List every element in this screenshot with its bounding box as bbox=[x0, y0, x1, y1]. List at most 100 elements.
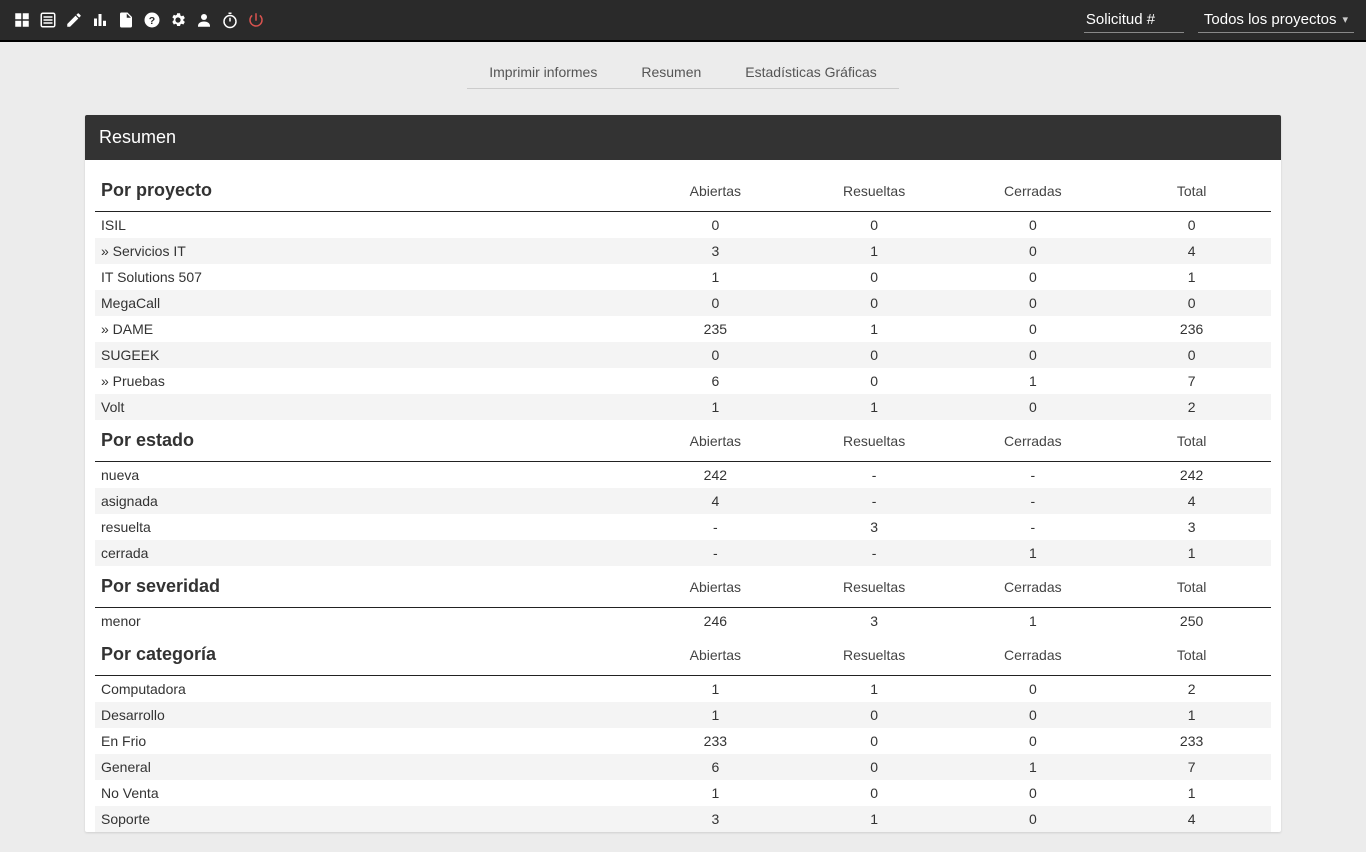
user-icon[interactable] bbox=[194, 10, 214, 30]
cell-abiertas: 233 bbox=[636, 728, 795, 754]
cell-cerradas: 0 bbox=[953, 212, 1112, 239]
cell-resueltas: 1 bbox=[795, 238, 954, 264]
cell-cerradas: 1 bbox=[953, 608, 1112, 635]
cell-total: 3 bbox=[1112, 514, 1271, 540]
table-row: Computadora1102 bbox=[95, 676, 1271, 703]
cell-cerradas: 0 bbox=[953, 394, 1112, 420]
cell-resueltas: - bbox=[795, 462, 954, 489]
cell-total: 0 bbox=[1112, 290, 1271, 316]
cell-total: 4 bbox=[1112, 238, 1271, 264]
cell-cerradas: 0 bbox=[953, 702, 1112, 728]
column-header-resueltas: Resueltas bbox=[795, 566, 954, 608]
cell-abiertas: 1 bbox=[636, 264, 795, 290]
cell-resueltas: 0 bbox=[795, 780, 954, 806]
summary-table: Por proyectoAbiertasResueltasCerradasTot… bbox=[95, 170, 1271, 420]
row-name: cerrada bbox=[95, 540, 636, 566]
table-row: SUGEEK0000 bbox=[95, 342, 1271, 368]
summary-panel: Resumen Por proyectoAbiertasResueltasCer… bbox=[85, 115, 1281, 832]
column-header-cerradas: Cerradas bbox=[953, 170, 1112, 212]
topbar-right: Solicitud # Todos los proyectos bbox=[1084, 7, 1354, 33]
cell-cerradas: 0 bbox=[953, 238, 1112, 264]
cell-cerradas: - bbox=[953, 462, 1112, 489]
row-name: IT Solutions 507 bbox=[95, 264, 636, 290]
row-name: menor bbox=[95, 608, 636, 635]
document-icon[interactable] bbox=[116, 10, 136, 30]
table-row: General6017 bbox=[95, 754, 1271, 780]
row-name: asignada bbox=[95, 488, 636, 514]
table-row: Desarrollo1001 bbox=[95, 702, 1271, 728]
section-title: Por categoría bbox=[95, 634, 636, 676]
cell-abiertas: - bbox=[636, 540, 795, 566]
cell-cerradas: 0 bbox=[953, 676, 1112, 703]
cell-abiertas: 246 bbox=[636, 608, 795, 635]
table-row: resuelta-3-3 bbox=[95, 514, 1271, 540]
cell-total: 1 bbox=[1112, 702, 1271, 728]
column-header-total: Total bbox=[1112, 420, 1271, 462]
cell-abiertas: 0 bbox=[636, 290, 795, 316]
cell-resueltas: 1 bbox=[795, 676, 954, 703]
summary-table: Por severidadAbiertasResueltasCerradasTo… bbox=[95, 566, 1271, 634]
row-name: » Pruebas bbox=[95, 368, 636, 394]
cell-cerradas: - bbox=[953, 488, 1112, 514]
topbar-left-icons: ? bbox=[12, 10, 266, 30]
cell-total: 1 bbox=[1112, 780, 1271, 806]
cell-resueltas: 0 bbox=[795, 368, 954, 394]
cell-total: 1 bbox=[1112, 264, 1271, 290]
cell-cerradas: 1 bbox=[953, 368, 1112, 394]
row-name: » DAME bbox=[95, 316, 636, 342]
row-name: No Venta bbox=[95, 780, 636, 806]
cell-total: 236 bbox=[1112, 316, 1271, 342]
cell-resueltas: 0 bbox=[795, 754, 954, 780]
edit-icon[interactable] bbox=[64, 10, 84, 30]
table-row: ISIL0000 bbox=[95, 212, 1271, 239]
project-selector[interactable]: Todos los proyectos bbox=[1198, 7, 1354, 33]
row-name: resuelta bbox=[95, 514, 636, 540]
tab-graphical-stats[interactable]: Estadísticas Gráficas bbox=[723, 56, 899, 89]
cell-total: 0 bbox=[1112, 212, 1271, 239]
gear-icon[interactable] bbox=[168, 10, 188, 30]
cell-resueltas: 1 bbox=[795, 806, 954, 832]
help-icon[interactable]: ? bbox=[142, 10, 162, 30]
cell-total: 0 bbox=[1112, 342, 1271, 368]
table-row: » Pruebas6017 bbox=[95, 368, 1271, 394]
cell-resueltas: 0 bbox=[795, 264, 954, 290]
power-icon[interactable] bbox=[246, 10, 266, 30]
stopwatch-icon[interactable] bbox=[220, 10, 240, 30]
row-name: SUGEEK bbox=[95, 342, 636, 368]
table-row: No Venta1001 bbox=[95, 780, 1271, 806]
table-row: En Frio23300233 bbox=[95, 728, 1271, 754]
project-selector-label: Todos los proyectos bbox=[1204, 11, 1337, 28]
cell-resueltas: 1 bbox=[795, 316, 954, 342]
table-row: Soporte3104 bbox=[95, 806, 1271, 832]
cell-resueltas: - bbox=[795, 540, 954, 566]
cell-cerradas: 1 bbox=[953, 754, 1112, 780]
column-header-abiertas: Abiertas bbox=[636, 170, 795, 212]
cell-resueltas: 1 bbox=[795, 394, 954, 420]
tab-print-reports[interactable]: Imprimir informes bbox=[467, 56, 619, 89]
row-name: Computadora bbox=[95, 676, 636, 703]
summary-sections: Por proyectoAbiertasResueltasCerradasTot… bbox=[85, 160, 1281, 832]
cell-resueltas: 0 bbox=[795, 212, 954, 239]
table-row: MegaCall0000 bbox=[95, 290, 1271, 316]
column-header-total: Total bbox=[1112, 170, 1271, 212]
cell-cerradas: 0 bbox=[953, 728, 1112, 754]
column-header-cerradas: Cerradas bbox=[953, 420, 1112, 462]
column-header-total: Total bbox=[1112, 634, 1271, 676]
cell-resueltas: 0 bbox=[795, 702, 954, 728]
row-name: nueva bbox=[95, 462, 636, 489]
table-row: » Servicios IT3104 bbox=[95, 238, 1271, 264]
cell-abiertas: 1 bbox=[636, 676, 795, 703]
column-header-abiertas: Abiertas bbox=[636, 566, 795, 608]
svg-text:?: ? bbox=[149, 15, 155, 27]
cell-total: 2 bbox=[1112, 676, 1271, 703]
dashboard-icon[interactable] bbox=[12, 10, 32, 30]
row-name: Volt bbox=[95, 394, 636, 420]
search-input[interactable]: Solicitud # bbox=[1084, 7, 1184, 33]
cell-abiertas: - bbox=[636, 514, 795, 540]
chart-icon[interactable] bbox=[90, 10, 110, 30]
list-icon[interactable] bbox=[38, 10, 58, 30]
cell-resueltas: 0 bbox=[795, 342, 954, 368]
cell-abiertas: 1 bbox=[636, 394, 795, 420]
cell-resueltas: 0 bbox=[795, 728, 954, 754]
tab-summary[interactable]: Resumen bbox=[619, 56, 723, 89]
